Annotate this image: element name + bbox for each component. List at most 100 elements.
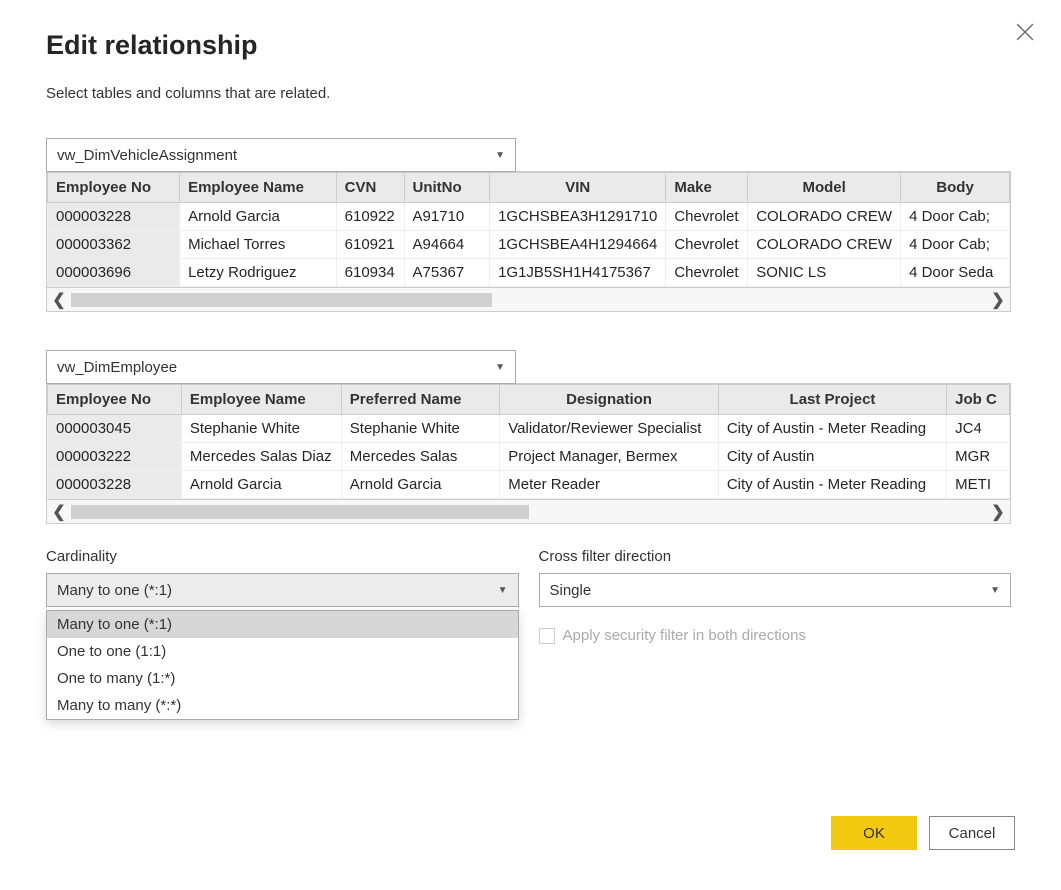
scroll-track[interactable] <box>71 293 986 307</box>
column-header[interactable]: Employee No <box>48 385 182 415</box>
crossfilter-label: Cross filter direction <box>539 548 1012 565</box>
scroll-thumb[interactable] <box>71 293 492 307</box>
column-header[interactable]: UnitNo <box>404 173 490 203</box>
cell: MGR <box>947 443 1010 471</box>
cell: 000003045 <box>48 415 182 443</box>
column-header[interactable]: Preferred Name <box>341 385 499 415</box>
ok-button[interactable]: OK <box>831 816 917 850</box>
cell: City of Austin - Meter Reading <box>718 471 946 499</box>
scroll-left-icon[interactable]: ❮ <box>47 288 71 312</box>
table-row[interactable]: 000003045 Stephanie White Stephanie Whit… <box>48 415 1010 443</box>
chevron-down-icon: ▼ <box>990 585 1000 596</box>
table2-preview: Employee No Employee Name Preferred Name… <box>46 383 1015 524</box>
column-header[interactable]: Body <box>901 173 1010 203</box>
chevron-down-icon: ▼ <box>498 585 508 596</box>
checkbox-icon <box>539 628 555 644</box>
cardinality-combo[interactable]: Many to one (*:1) ▼ <box>46 573 519 607</box>
table2-selector-value: vw_DimEmployee <box>57 359 177 376</box>
cell: Arnold Garcia <box>181 471 341 499</box>
cardinality-dropdown: Many to one (*:1) One to one (1:1) One t… <box>46 610 519 720</box>
cardinality-option[interactable]: Many to one (*:1) <box>47 611 518 638</box>
cell: 1G1JB5SH1H4175367 <box>490 259 666 287</box>
cell: 610934 <box>336 259 404 287</box>
table1-selector[interactable]: vw_DimVehicleAssignment ▼ <box>46 138 516 172</box>
cell: METI <box>947 471 1010 499</box>
scroll-thumb[interactable] <box>71 505 529 519</box>
cell: 000003362 <box>48 231 180 259</box>
cell: City of Austin - Meter Reading <box>718 415 946 443</box>
cardinality-option[interactable]: Many to many (*:*) <box>47 692 518 719</box>
column-header[interactable]: Job C <box>947 385 1010 415</box>
cell: 4 Door Cab; <box>901 231 1010 259</box>
column-header[interactable]: Last Project <box>718 385 946 415</box>
table1-preview: Employee No Employee Name CVN UnitNo VIN… <box>46 171 1015 312</box>
cell: 000003228 <box>48 203 180 231</box>
cell: JC4 <box>947 415 1010 443</box>
scroll-left-icon[interactable]: ❮ <box>47 500 71 524</box>
cell: Stephanie White <box>341 415 499 443</box>
scroll-right-icon[interactable]: ❯ <box>986 288 1010 312</box>
cardinality-selected: Many to one (*:1) <box>57 582 172 599</box>
security-filter-checkbox: Apply security filter in both directions <box>539 627 1012 644</box>
scroll-track[interactable] <box>71 505 986 519</box>
table1-selector-value: vw_DimVehicleAssignment <box>57 147 237 164</box>
cell: Mercedes Salas <box>341 443 499 471</box>
cell: 1GCHSBEA3H1291710 <box>490 203 666 231</box>
table2-selector[interactable]: vw_DimEmployee ▼ <box>46 350 516 384</box>
cell: Meter Reader <box>500 471 719 499</box>
cell: Chevrolet <box>666 231 748 259</box>
cell: A75367 <box>404 259 490 287</box>
table-row[interactable]: 000003228 Arnold Garcia 610922 A91710 1G… <box>48 203 1010 231</box>
cell: 610921 <box>336 231 404 259</box>
dialog-subtitle: Select tables and columns that are relat… <box>46 85 1015 102</box>
cell: Arnold Garcia <box>341 471 499 499</box>
crossfilter-combo[interactable]: Single ▼ <box>539 573 1012 607</box>
cancel-button[interactable]: Cancel <box>929 816 1015 850</box>
column-header[interactable]: Designation <box>500 385 719 415</box>
cell: COLORADO CREW <box>748 203 901 231</box>
cell: Stephanie White <box>181 415 341 443</box>
cell: Arnold Garcia <box>180 203 337 231</box>
column-header[interactable]: CVN <box>336 173 404 203</box>
chevron-down-icon: ▼ <box>495 150 505 161</box>
cell: Validator/Reviewer Specialist <box>500 415 719 443</box>
chevron-down-icon: ▼ <box>495 362 505 373</box>
cell: 000003228 <box>48 471 182 499</box>
cell: A94664 <box>404 231 490 259</box>
horizontal-scrollbar[interactable]: ❮ ❯ <box>46 500 1011 524</box>
crossfilter-selected: Single <box>550 582 592 599</box>
cell: Chevrolet <box>666 259 748 287</box>
table-row[interactable]: 000003362 Michael Torres 610921 A94664 1… <box>48 231 1010 259</box>
cell: 4 Door Cab; <box>901 203 1010 231</box>
cell: City of Austin <box>718 443 946 471</box>
column-header[interactable]: VIN <box>490 173 666 203</box>
cell: 000003696 <box>48 259 180 287</box>
security-filter-label: Apply security filter in both directions <box>563 627 806 644</box>
close-button[interactable] <box>1013 20 1037 44</box>
cardinality-option[interactable]: One to many (1:*) <box>47 665 518 692</box>
table-row[interactable]: 000003696 Letzy Rodriguez 610934 A75367 … <box>48 259 1010 287</box>
column-header[interactable]: Make <box>666 173 748 203</box>
cell: Project Manager, Bermex <box>500 443 719 471</box>
column-header[interactable]: Model <box>748 173 901 203</box>
horizontal-scrollbar[interactable]: ❮ ❯ <box>46 288 1011 312</box>
dialog-title: Edit relationship <box>46 30 1015 61</box>
cell: 000003222 <box>48 443 182 471</box>
table1-header-row: Employee No Employee Name CVN UnitNo VIN… <box>48 173 1010 203</box>
cell: 4 Door Seda <box>901 259 1010 287</box>
cell: Michael Torres <box>180 231 337 259</box>
cell: SONIC LS <box>748 259 901 287</box>
column-header[interactable]: Employee No <box>48 173 180 203</box>
table-row[interactable]: 000003228 Arnold Garcia Arnold Garcia Me… <box>48 471 1010 499</box>
cell: COLORADO CREW <box>748 231 901 259</box>
table-row[interactable]: 000003222 Mercedes Salas Diaz Mercedes S… <box>48 443 1010 471</box>
cell: 1GCHSBEA4H1294664 <box>490 231 666 259</box>
cardinality-option[interactable]: One to one (1:1) <box>47 638 518 665</box>
cell: Chevrolet <box>666 203 748 231</box>
column-header[interactable]: Employee Name <box>180 173 337 203</box>
table2-header-row: Employee No Employee Name Preferred Name… <box>48 385 1010 415</box>
cardinality-label: Cardinality <box>46 548 519 565</box>
column-header[interactable]: Employee Name <box>181 385 341 415</box>
scroll-right-icon[interactable]: ❯ <box>986 500 1010 524</box>
cell: Mercedes Salas Diaz <box>181 443 341 471</box>
